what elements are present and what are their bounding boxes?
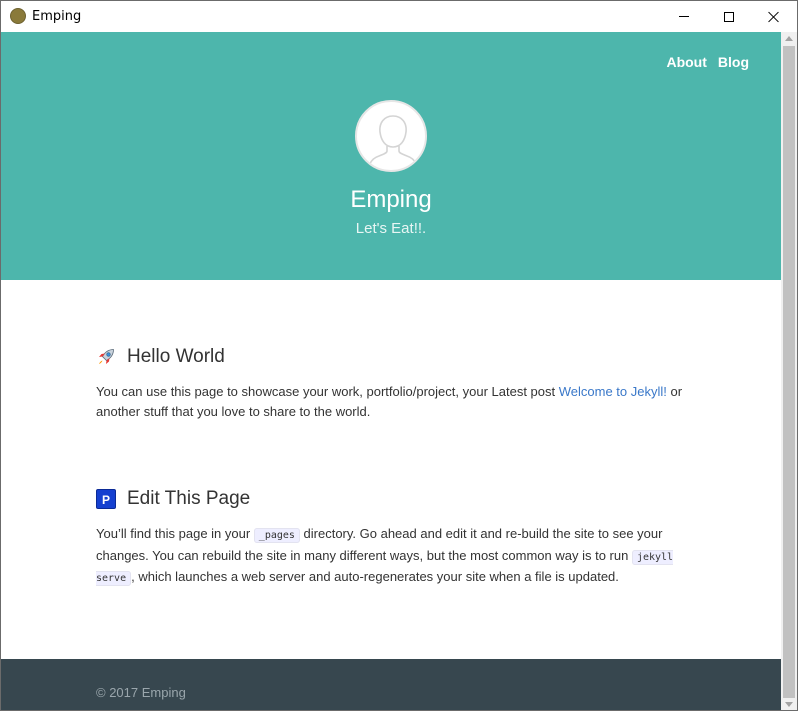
paragraph-text: You’ll find this page in your (96, 526, 254, 541)
minimize-button[interactable] (661, 1, 707, 32)
site-header: About Blog Emping Let's Eat!!. (1, 32, 781, 280)
copyright-text: © 2017 Emping (96, 685, 186, 700)
paragraph-text: , which launches a web server and auto-r… (131, 569, 619, 584)
edit-page-section: P Edit This Page You’ll find this page i… (96, 488, 686, 589)
vertical-scrollbar[interactable] (781, 32, 797, 710)
hello-world-section: Hello World You can use this page to sho… (96, 346, 686, 421)
nav-link-blog[interactable]: Blog (718, 54, 749, 70)
scroll-thumb[interactable] (783, 46, 795, 698)
section-heading: P Edit This Page (96, 488, 686, 510)
site-footer: © 2017 Emping (1, 659, 781, 710)
app-icon (10, 8, 26, 24)
avatar (355, 100, 427, 172)
hello-world-title: Hello World (127, 346, 225, 367)
site-title: Emping (350, 186, 432, 213)
maximize-button[interactable] (706, 1, 752, 32)
edit-page-paragraph: You’ll find this page in your _pages dir… (96, 524, 686, 589)
minimize-icon (679, 16, 689, 17)
paragraph-text: You can use this page to showcase your w… (96, 384, 559, 399)
nav-link-about[interactable]: About (666, 54, 706, 70)
section-heading: Hello World (96, 346, 686, 368)
welcome-to-jekyll-link[interactable]: Welcome to Jekyll! (559, 384, 667, 399)
scroll-up-icon[interactable] (785, 36, 793, 41)
close-icon (768, 11, 780, 23)
page-viewport: About Blog Emping Let's Eat!!. Hello Wor… (1, 32, 781, 710)
user-silhouette-icon (369, 115, 417, 165)
top-nav: About Blog (666, 54, 749, 70)
pages-dir-code: _pages (253, 528, 300, 543)
p-letter-icon: P (96, 489, 116, 509)
title-bar[interactable]: Emping (1, 1, 797, 32)
site-tagline: Let's Eat!!. (355, 220, 427, 237)
maximize-icon (724, 11, 734, 22)
rocket-icon (96, 347, 116, 367)
close-button[interactable] (751, 1, 797, 32)
window-title: Emping (32, 9, 82, 24)
scroll-down-icon[interactable] (785, 702, 793, 707)
hello-world-paragraph: You can use this page to showcase your w… (96, 382, 686, 421)
browser-window: Emping About Blog Emping Let's Eat!!. He… (0, 0, 798, 711)
edit-page-title: Edit This Page (127, 488, 251, 509)
